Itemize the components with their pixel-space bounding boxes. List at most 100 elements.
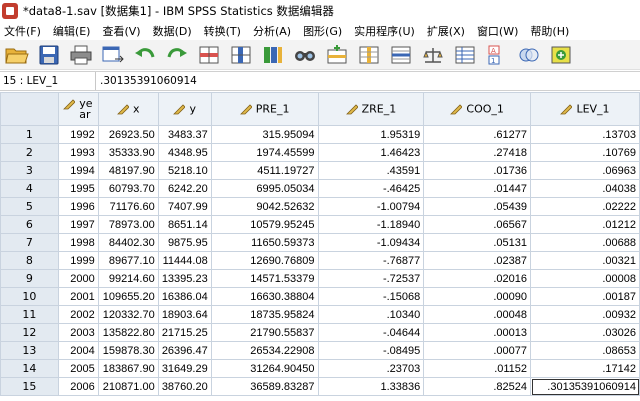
cell-x[interactable]: 26923.50 bbox=[97, 125, 159, 144]
cell-x[interactable]: 135822.80 bbox=[97, 323, 159, 342]
cell-zre-1[interactable]: .23703 bbox=[317, 359, 425, 378]
cell-zre-1[interactable]: -.08495 bbox=[317, 341, 425, 360]
cell-zre-1[interactable]: -1.00794 bbox=[317, 197, 425, 216]
cell-coo-1[interactable]: .61277 bbox=[423, 125, 532, 144]
cell-coo-1[interactable]: .06567 bbox=[423, 215, 532, 234]
cell-x[interactable]: 159878.30 bbox=[97, 341, 159, 360]
cell-y[interactable]: 13395.23 bbox=[157, 269, 212, 288]
variables-icon[interactable] bbox=[260, 43, 286, 67]
column-header-lev-1[interactable]: LEV_1 bbox=[530, 92, 640, 126]
row-number[interactable]: 1 bbox=[0, 125, 59, 144]
cell-lev-1[interactable]: .08653 bbox=[530, 341, 640, 360]
cell-lev-1[interactable]: .13703 bbox=[530, 125, 640, 144]
cell-pre-1[interactable]: 9042.52632 bbox=[210, 197, 319, 216]
save-icon[interactable] bbox=[36, 43, 62, 67]
cell-y[interactable]: 7407.99 bbox=[157, 197, 212, 216]
cell-pre-1[interactable]: 21790.55837 bbox=[210, 323, 319, 342]
cell-x[interactable]: 99214.60 bbox=[97, 269, 159, 288]
cell-pre-1[interactable]: 1974.45599 bbox=[210, 143, 319, 162]
menu-graphs[interactable]: 图形(G) bbox=[299, 23, 350, 39]
cell-coo-1[interactable]: .01152 bbox=[423, 359, 532, 378]
cell-lev-1[interactable]: .00321 bbox=[530, 251, 640, 270]
cell-pre-1[interactable]: 36589.83287 bbox=[210, 377, 319, 396]
value-labels-icon[interactable]: A1 bbox=[484, 43, 510, 67]
cell-x[interactable]: 120332.70 bbox=[97, 305, 159, 324]
column-header-year[interactable]: year bbox=[57, 92, 99, 126]
row-number[interactable]: 4 bbox=[0, 179, 59, 198]
cell-coo-1[interactable]: .02387 bbox=[423, 251, 532, 270]
cell-pre-1[interactable]: 18735.95824 bbox=[210, 305, 319, 324]
cell-pre-1[interactable]: 315.95094 bbox=[210, 125, 319, 144]
row-number[interactable]: 3 bbox=[0, 161, 59, 180]
column-header-coo-1[interactable]: COO_1 bbox=[423, 92, 532, 126]
column-header-pre-1[interactable]: PRE_1 bbox=[210, 92, 319, 126]
cell-y[interactable]: 11444.08 bbox=[157, 251, 212, 270]
cell-zre-1[interactable]: -1.18940 bbox=[317, 215, 425, 234]
cell-y[interactable]: 3483.37 bbox=[157, 125, 212, 144]
cell-coo-1[interactable]: .27418 bbox=[423, 143, 532, 162]
cell-lev-1[interactable]: .02222 bbox=[530, 197, 640, 216]
row-number[interactable]: 13 bbox=[0, 341, 59, 360]
cell-x[interactable]: 109655.20 bbox=[97, 287, 159, 306]
cell-x[interactable]: 78973.00 bbox=[97, 215, 159, 234]
cell-y[interactable]: 5218.10 bbox=[157, 161, 212, 180]
cell-year[interactable]: 2005 bbox=[57, 359, 99, 378]
row-number[interactable]: 6 bbox=[0, 215, 59, 234]
use-variable-sets-icon[interactable] bbox=[516, 43, 542, 67]
row-number[interactable]: 5 bbox=[0, 197, 59, 216]
cell-year[interactable]: 1997 bbox=[57, 215, 99, 234]
row-number[interactable]: 14 bbox=[0, 359, 59, 378]
row-number[interactable]: 9 bbox=[0, 269, 59, 288]
cell-lev-1[interactable]: .00688 bbox=[530, 233, 640, 252]
menu-extensions[interactable]: 扩展(X) bbox=[423, 23, 473, 39]
cell-year[interactable]: 2002 bbox=[57, 305, 99, 324]
cell-value-field[interactable]: .30135391060914 bbox=[96, 72, 640, 90]
cell-coo-1[interactable]: .01736 bbox=[423, 161, 532, 180]
cell-zre-1[interactable]: -.15068 bbox=[317, 287, 425, 306]
cell-zre-1[interactable]: 1.46423 bbox=[317, 143, 425, 162]
goto-case-icon[interactable] bbox=[196, 43, 222, 67]
cell-y[interactable]: 21715.25 bbox=[157, 323, 212, 342]
cell-zre-1[interactable]: -.46425 bbox=[317, 179, 425, 198]
cell-x[interactable]: 84402.30 bbox=[97, 233, 159, 252]
cell-pre-1[interactable]: 10579.95245 bbox=[210, 215, 319, 234]
cell-y[interactable]: 18903.64 bbox=[157, 305, 212, 324]
print-icon[interactable] bbox=[68, 43, 94, 67]
cell-pre-1[interactable]: 31264.90450 bbox=[210, 359, 319, 378]
cell-y[interactable]: 26396.47 bbox=[157, 341, 212, 360]
cell-lev-1[interactable]: .04038 bbox=[530, 179, 640, 198]
cell-pre-1[interactable]: 4511.19727 bbox=[210, 161, 319, 180]
menu-window[interactable]: 窗口(W) bbox=[473, 23, 526, 39]
cell-year[interactable]: 1996 bbox=[57, 197, 99, 216]
cell-zre-1[interactable]: .10340 bbox=[317, 305, 425, 324]
cell-year[interactable]: 1992 bbox=[57, 125, 99, 144]
row-number[interactable]: 12 bbox=[0, 323, 59, 342]
insert-cases-icon[interactable] bbox=[324, 43, 350, 67]
cell-pre-1[interactable]: 14571.53379 bbox=[210, 269, 319, 288]
cell-pre-1[interactable]: 11650.59373 bbox=[210, 233, 319, 252]
menu-analyze[interactable]: 分析(A) bbox=[249, 23, 299, 39]
cell-zre-1[interactable]: 1.95319 bbox=[317, 125, 425, 144]
cell-y[interactable]: 6242.20 bbox=[157, 179, 212, 198]
grid-corner[interactable] bbox=[0, 92, 59, 126]
select-cases-icon[interactable] bbox=[452, 43, 478, 67]
cell-lev-1[interactable]: .10769 bbox=[530, 143, 640, 162]
cell-year[interactable]: 1998 bbox=[57, 233, 99, 252]
cell-year[interactable]: 2003 bbox=[57, 323, 99, 342]
cell-pre-1[interactable]: 6995.05034 bbox=[210, 179, 319, 198]
cell-x[interactable]: 35333.90 bbox=[97, 143, 159, 162]
row-number[interactable]: 2 bbox=[0, 143, 59, 162]
cell-year[interactable]: 2001 bbox=[57, 287, 99, 306]
cell-lev-1[interactable]: .00932 bbox=[530, 305, 640, 324]
cell-lev-1[interactable]: .17142 bbox=[530, 359, 640, 378]
spelling-icon[interactable] bbox=[548, 43, 574, 67]
column-header-x[interactable]: x bbox=[97, 92, 159, 126]
redo-icon[interactable] bbox=[164, 43, 190, 67]
cell-coo-1[interactable]: .01447 bbox=[423, 179, 532, 198]
cell-zre-1[interactable]: 1.33836 bbox=[317, 377, 425, 396]
menu-utilities[interactable]: 实用程序(U) bbox=[350, 23, 423, 39]
cell-coo-1[interactable]: .00077 bbox=[423, 341, 532, 360]
cell-year[interactable]: 1995 bbox=[57, 179, 99, 198]
cell-coo-1[interactable]: .05439 bbox=[423, 197, 532, 216]
row-number[interactable]: 15 bbox=[0, 377, 59, 396]
